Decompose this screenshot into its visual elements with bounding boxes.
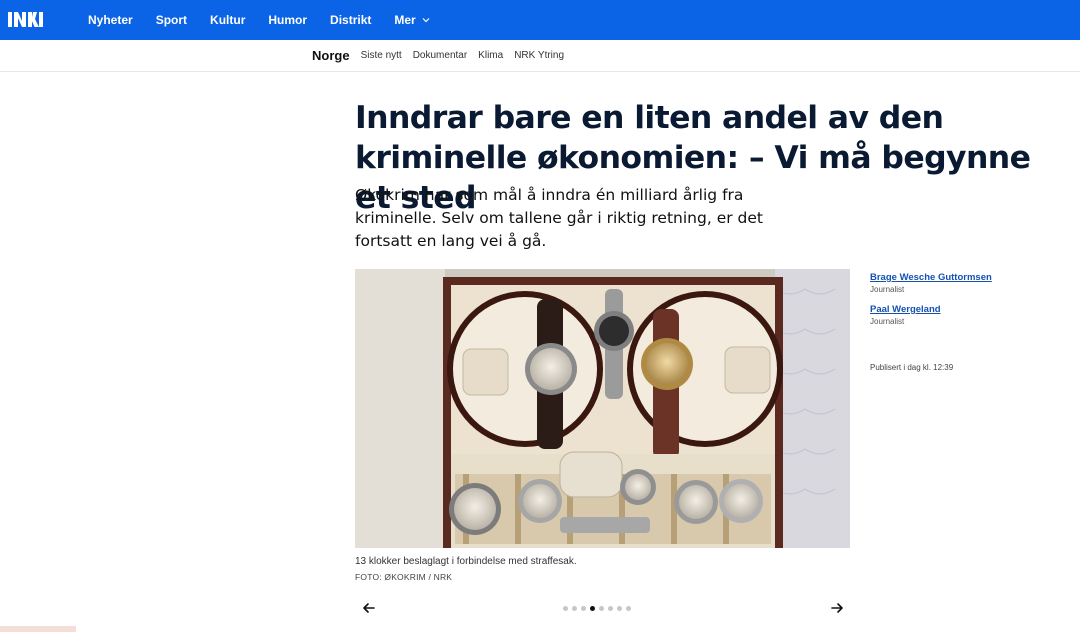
author-entry: Paal Wergeland Journalist — [870, 304, 1060, 326]
carousel-dot[interactable] — [563, 606, 568, 611]
author-link[interactable]: Paal Wergeland — [870, 304, 1060, 315]
nav-humor[interactable]: Humor — [268, 13, 307, 27]
article-lead: Økokrim har som mål å inndra én milliard… — [355, 186, 763, 250]
watch-box-photo — [355, 269, 850, 548]
chevron-down-icon — [422, 18, 430, 23]
carousel-dots — [563, 606, 635, 611]
carousel-dot[interactable] — [626, 606, 631, 611]
subnav-nrk-ytring[interactable]: NRK Ytring — [514, 50, 564, 61]
carousel-dot[interactable] — [599, 606, 604, 611]
nav-distrikt[interactable]: Distrikt — [330, 13, 371, 27]
published-time: Publisert i dag kl. 12:39 — [870, 363, 954, 372]
carousel-dot[interactable] — [608, 606, 613, 611]
nav-kultur[interactable]: Kultur — [210, 13, 245, 27]
carousel-dot[interactable] — [590, 606, 595, 611]
carousel-dot[interactable] — [572, 606, 577, 611]
author-entry: Brage Wesche Guttormsen Journalist — [870, 272, 1060, 294]
author-role: Journalist — [870, 317, 905, 326]
image-caption: 13 klokker beslaglagt i forbindelse med … — [355, 556, 577, 567]
arrow-left-icon[interactable] — [362, 601, 376, 615]
image-credit: FOTO: ØKOKRIM / NRK — [355, 572, 453, 582]
nav-nyheter[interactable]: Nyheter — [88, 13, 133, 27]
byline: Brage Wesche Guttormsen Journalist Paal … — [870, 272, 1060, 336]
section-navigation: Norge Siste nytt Dokumentar Klima NRK Yt… — [0, 40, 1080, 72]
subnav-siste-nytt[interactable]: Siste nytt — [361, 50, 402, 61]
author-link[interactable]: Brage Wesche Guttormsen — [870, 272, 1060, 283]
corner-fragment — [0, 626, 76, 632]
subnav-klima[interactable]: Klima — [478, 50, 503, 61]
nav-mer[interactable]: Mer — [394, 13, 430, 27]
section-title[interactable]: Norge — [312, 48, 350, 63]
subnav-dokumentar[interactable]: Dokumentar — [413, 50, 467, 61]
nrk-logo[interactable] — [8, 11, 44, 28]
carousel-dot[interactable] — [581, 606, 586, 611]
nav-sport[interactable]: Sport — [156, 13, 187, 27]
arrow-right-icon[interactable] — [830, 601, 844, 615]
article-image[interactable] — [355, 269, 850, 548]
author-role: Journalist — [870, 285, 905, 294]
main-navigation: Nyheter Sport Kultur Humor Distrikt Mer — [88, 0, 453, 40]
carousel-dot[interactable] — [617, 606, 622, 611]
top-navigation-bar: Nyheter Sport Kultur Humor Distrikt Mer — [0, 0, 1080, 40]
nav-mer-label: Mer — [394, 13, 416, 27]
